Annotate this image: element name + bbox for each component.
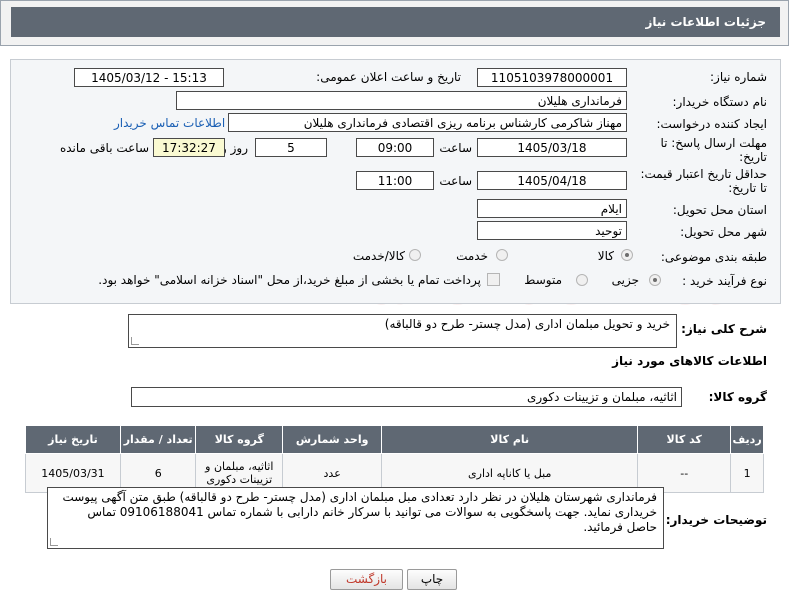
days-label: روز و xyxy=(221,141,248,155)
print-button[interactable]: چاپ xyxy=(407,569,457,590)
buyer-notes-text: فرمانداری شهرستان هلیلان در نظر دارد تعد… xyxy=(62,490,657,534)
col-unit: واحد شمارش xyxy=(282,425,383,454)
validity-time-field[interactable]: 11:00 xyxy=(356,171,434,190)
buyer-contact-link[interactable]: اطلاعات تماس خریدار xyxy=(114,116,225,130)
validity-time-label: ساعت xyxy=(439,174,472,188)
creator-label: ایجاد کننده درخواست: xyxy=(656,117,767,131)
days-field[interactable]: 5 xyxy=(255,138,327,157)
items-table: ردیف کد کالا نام کالا واحد شمارش گروه کا… xyxy=(25,425,764,493)
province-label: استان محل تحویل: xyxy=(672,203,767,217)
deadline-date-field[interactable]: 1405/03/18 xyxy=(477,138,627,157)
resize-handle-icon[interactable] xyxy=(131,337,139,345)
col-name: نام کالا xyxy=(381,425,639,454)
col-date: تاریخ نیاز xyxy=(25,425,121,454)
remaining-label: ساعت باقی مانده xyxy=(59,141,149,155)
category-option-goods: کالا xyxy=(597,249,614,263)
deadline-label-2: تاریخ: xyxy=(739,150,767,164)
category-radio-goods-service[interactable] xyxy=(409,249,421,261)
city-label: شهر محل تحویل: xyxy=(680,225,767,239)
resize-handle-icon[interactable] xyxy=(50,538,58,546)
goods-group-label: گروه کالا: xyxy=(708,390,767,404)
col-group: گروه کالا xyxy=(195,425,284,454)
deadline-label: مهلت ارسال پاسخ: تا xyxy=(660,136,767,150)
page-header: جزئیات اطلاعات نیاز xyxy=(0,0,789,46)
col-qty: تعداد / مقدار xyxy=(119,425,197,454)
col-code: کد کالا xyxy=(637,425,732,454)
summary-text: خرید و تحویل مبلمان اداری (مدل چستر- طرح… xyxy=(384,317,670,331)
treasury-checkbox[interactable] xyxy=(487,273,500,286)
back-button[interactable]: بازگشت xyxy=(330,569,403,590)
province-field[interactable]: ایلام xyxy=(477,199,627,218)
page-title: جزئیات اطلاعات نیاز xyxy=(11,7,780,37)
category-option-service: خدمت xyxy=(456,249,488,263)
deadline-time-field[interactable]: 09:00 xyxy=(356,138,434,157)
buyer-org-field[interactable]: فرمانداری هلیلان xyxy=(176,91,627,110)
treasury-note: پرداخت تمام یا بخشی از مبلغ خرید،از محل … xyxy=(98,273,481,287)
goods-group-field[interactable]: اثاثیه، مبلمان و تزیینات دکوری xyxy=(131,387,682,407)
category-option-goods-service: کالا/خدمت xyxy=(352,249,405,263)
process-radio-minor[interactable] xyxy=(649,274,661,286)
creator-field[interactable]: مهناز شاکرمی کارشناس برنامه ریزی اقتصادی… xyxy=(228,113,627,132)
announce-label: تاریخ و ساعت اعلان عمومی: xyxy=(316,70,461,84)
need-number-field[interactable]: 1105103978000001 xyxy=(477,68,627,87)
process-option-minor: جزیی xyxy=(611,273,639,287)
city-field[interactable]: توحید xyxy=(477,221,627,240)
remaining-time-field: 17:32:27 xyxy=(153,138,225,157)
cell-index: 1 xyxy=(730,453,764,493)
category-radio-goods[interactable] xyxy=(621,249,633,261)
process-label: نوع فرآیند خرید : xyxy=(682,274,767,288)
validity-label: حداقل تاریخ اعتبار قیمت: xyxy=(640,167,767,181)
table-header-row: ردیف کد کالا نام کالا واحد شمارش گروه کا… xyxy=(25,425,764,454)
process-option-medium: متوسط xyxy=(524,273,562,287)
buyer-notes-label: توضیحات خریدار: xyxy=(665,513,767,527)
validity-label-2: تا تاریخ: xyxy=(728,181,767,195)
buyer-org-label: نام دستگاه خریدار: xyxy=(672,95,768,109)
buyer-notes-field[interactable]: فرمانداری شهرستان هلیلان در نظر دارد تعد… xyxy=(47,487,664,549)
process-radio-medium[interactable] xyxy=(576,274,588,286)
deadline-time-label: ساعت xyxy=(439,141,472,155)
validity-date-field[interactable]: 1405/04/18 xyxy=(477,171,627,190)
need-number-label: شماره نیاز: xyxy=(710,70,767,84)
goods-section-title: اطلاعات کالاهای مورد نیاز xyxy=(612,354,767,368)
announce-field[interactable]: 1405/03/12 - 15:13 xyxy=(74,68,224,87)
col-index: ردیف xyxy=(730,425,764,454)
summary-field[interactable]: خرید و تحویل مبلمان اداری (مدل چستر- طرح… xyxy=(128,314,677,348)
summary-label: شرح کلی نیاز: xyxy=(681,322,767,336)
category-label: طبقه بندی موضوعی: xyxy=(660,250,767,264)
category-radio-service[interactable] xyxy=(496,249,508,261)
